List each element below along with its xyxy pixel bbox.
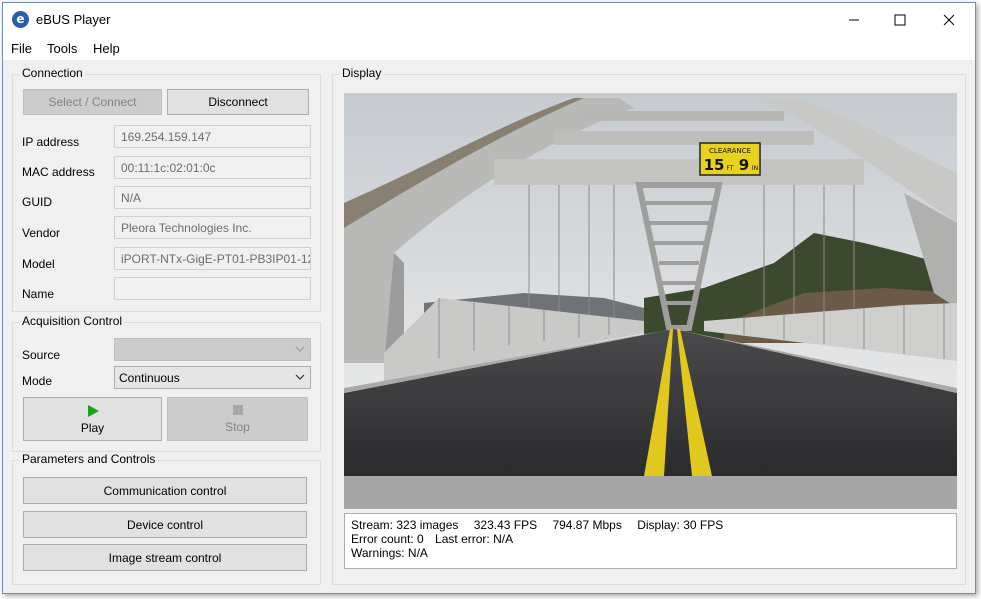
close-icon bbox=[943, 14, 955, 25]
chevron-down-icon bbox=[295, 374, 305, 380]
sign-inches-text: 9 bbox=[739, 156, 749, 174]
ip-address-field[interactable]: 169.254.159.147 bbox=[114, 125, 311, 148]
maximize-button[interactable] bbox=[877, 3, 923, 36]
window-title: eBUS Player bbox=[36, 12, 111, 27]
stream-images: Stream: 323 images bbox=[351, 518, 459, 532]
model-label: Model bbox=[22, 257, 55, 271]
minimize-button[interactable] bbox=[831, 3, 877, 36]
play-button[interactable]: Play bbox=[23, 397, 162, 441]
stream-fps: 323.43 FPS bbox=[473, 518, 538, 532]
display-fps: Display: 30 FPS bbox=[637, 518, 724, 532]
chevron-down-icon bbox=[295, 346, 305, 352]
parameters-group-title: Parameters and Controls bbox=[19, 452, 159, 466]
name-field[interactable] bbox=[114, 277, 311, 300]
stream-status-box: Stream: 323 images 323.43 FPS 794.87 Mbp… bbox=[344, 513, 957, 569]
image-stream-control-button[interactable]: Image stream control bbox=[23, 544, 307, 571]
sign-feet-text: 15 bbox=[704, 156, 725, 174]
menu-help[interactable]: Help bbox=[93, 41, 120, 56]
display-group-title: Display bbox=[339, 66, 385, 80]
menu-bar: File Tools Help bbox=[3, 36, 975, 60]
sign-ft-unit-text: FT bbox=[726, 165, 733, 172]
close-button[interactable] bbox=[926, 3, 972, 36]
guid-field[interactable]: N/A bbox=[114, 186, 311, 209]
play-icon bbox=[87, 404, 99, 417]
warnings: Warnings: N/A bbox=[351, 546, 428, 560]
acquisition-group-title: Acquisition Control bbox=[19, 314, 126, 328]
source-label: Source bbox=[22, 348, 61, 362]
vendor-field[interactable]: Pleora Technologies Inc. bbox=[114, 216, 311, 239]
title-bar[interactable]: e eBUS Player bbox=[3, 3, 975, 36]
model-field[interactable]: iPORT-NTx-GigE-PT01-PB3IP01-128 bbox=[114, 247, 311, 270]
menu-tools[interactable]: Tools bbox=[47, 41, 77, 56]
connection-group-title: Connection bbox=[19, 66, 86, 80]
select-connect-button[interactable]: Select / Connect bbox=[23, 89, 162, 115]
disconnect-button[interactable]: Disconnect bbox=[167, 89, 309, 115]
mode-select[interactable]: Continuous bbox=[114, 366, 311, 389]
ip-address-label: IP address bbox=[22, 135, 80, 149]
stop-icon bbox=[232, 405, 243, 415]
last-error: Last error: N/A bbox=[435, 532, 514, 546]
status-line-2: Error count: 0 Last error: N/A bbox=[351, 532, 950, 546]
video-display[interactable]: CLEARANCE 15 FT 9 IN bbox=[344, 93, 957, 509]
stop-button-label: Stop bbox=[225, 420, 250, 434]
ebus-logo-icon: e bbox=[12, 11, 29, 28]
stream-bandwidth: 794.87 Mbps bbox=[552, 518, 622, 532]
vendor-label: Vendor bbox=[22, 226, 61, 240]
play-button-label: Play bbox=[80, 420, 105, 435]
mac-address-label: MAC address bbox=[22, 165, 95, 179]
error-count: Error count: 0 bbox=[351, 532, 424, 546]
maximize-icon bbox=[894, 14, 906, 25]
mode-select-value: Continuous bbox=[119, 371, 180, 385]
mac-address-field[interactable]: 00:11:1c:02:01:0c bbox=[114, 156, 311, 179]
device-control-button[interactable]: Device control bbox=[23, 511, 307, 538]
sign-in-unit-text: IN bbox=[752, 165, 758, 172]
guid-label: GUID bbox=[22, 195, 52, 209]
sign-clearance-text: CLEARANCE bbox=[709, 147, 751, 155]
app-window: e eBUS Player File Tools Help Connection… bbox=[2, 2, 976, 594]
menu-file[interactable]: File bbox=[11, 41, 32, 56]
status-line-3: Warnings: N/A bbox=[351, 546, 950, 560]
camera-image: CLEARANCE 15 FT 9 IN bbox=[344, 93, 957, 509]
name-label: Name bbox=[22, 287, 55, 301]
mode-label: Mode bbox=[22, 374, 53, 388]
status-line-1: Stream: 323 images 323.43 FPS 794.87 Mbp… bbox=[351, 518, 950, 532]
communication-control-button[interactable]: Communication control bbox=[23, 477, 307, 504]
source-select[interactable] bbox=[114, 338, 311, 361]
stop-button[interactable]: Stop bbox=[167, 397, 308, 441]
minimize-icon bbox=[849, 19, 859, 20]
